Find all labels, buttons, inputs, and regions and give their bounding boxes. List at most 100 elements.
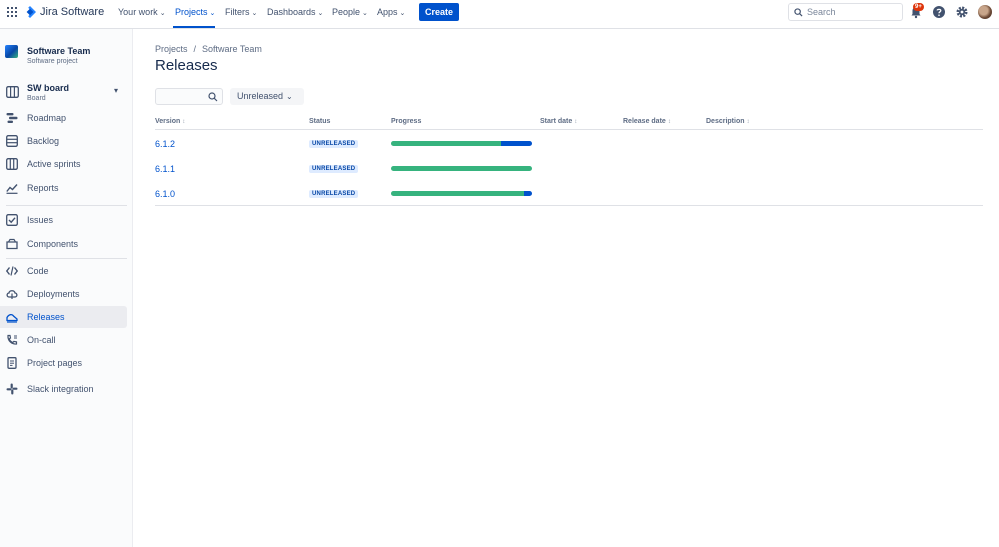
chevron-down-icon: ⌄ [317, 10, 324, 17]
page-title: Releases [155, 57, 218, 74]
version-link[interactable]: 6.1.0 [155, 189, 175, 199]
search-input[interactable] [807, 7, 897, 17]
active-nav-underline [173, 26, 215, 28]
board-icon [6, 86, 19, 98]
progress-done [391, 141, 501, 146]
sidebar-item-label: Roadmap [27, 113, 67, 123]
version-search-input[interactable] [155, 88, 223, 105]
slack-icon [6, 383, 18, 395]
sidebar-item-label: Backlog [27, 136, 60, 146]
nav-label: Projects [175, 7, 208, 17]
nav-apps[interactable]: Apps ⌄ [377, 7, 405, 17]
table-row: 6.1.1 UNRELEASED [155, 156, 983, 181]
version-link[interactable]: 6.1.2 [155, 139, 175, 149]
components-icon [6, 238, 18, 250]
sidebar-item-slack-integration[interactable]: Slack integration [0, 378, 127, 400]
column-release-date[interactable]: Release date ↕ [623, 118, 671, 125]
jira-logo[interactable]: Jira Software [24, 5, 104, 19]
releases-icon [6, 314, 18, 323]
sidebar-item-label: Components [27, 239, 79, 249]
chevron-down-icon: ⌄ [209, 10, 216, 17]
chevron-down-icon: ▾ [114, 86, 119, 95]
reports-icon [6, 184, 18, 194]
sidebar-item-roadmap[interactable]: Roadmap [0, 107, 127, 129]
progress-bar[interactable] [391, 191, 532, 196]
sidebar-item-label: Active sprints [27, 159, 81, 169]
app-switcher-icon[interactable] [7, 7, 17, 17]
sidebar-item-issues[interactable]: Issues [0, 209, 127, 231]
chevron-down-icon: ⌄ [286, 92, 293, 101]
app-name: Jira Software [40, 6, 105, 18]
nav-filters[interactable]: Filters ⌄ [225, 7, 257, 17]
nav-your-work[interactable]: Your work ⌄ [118, 7, 166, 17]
project-subtitle: Software project [27, 58, 78, 65]
sidebar-item-label: Slack integration [27, 384, 94, 394]
sidebar-item-components[interactable]: Components [0, 233, 127, 255]
breadcrumb-projects[interactable]: Projects [155, 44, 188, 54]
table-bottom-border [155, 205, 983, 206]
progress-bar[interactable] [391, 141, 532, 146]
search-box[interactable] [788, 3, 903, 21]
version-link[interactable]: 6.1.1 [155, 164, 175, 174]
backlog-icon [6, 135, 18, 147]
column-progress: Progress [391, 118, 421, 125]
project-header[interactable] [5, 45, 18, 58]
progress-in-progress [523, 191, 532, 196]
progress-done [391, 166, 532, 171]
column-label: Start date [540, 118, 573, 125]
sidebar-item-active-sprints[interactable]: Active sprints [0, 153, 127, 175]
column-start-date[interactable]: Start date ↕ [540, 118, 577, 125]
nav-dashboards[interactable]: Dashboards ⌄ [267, 7, 323, 17]
progress-bar[interactable] [391, 166, 532, 171]
status-badge: UNRELEASED [309, 190, 359, 198]
sidebar-item-label: Project pages [27, 358, 83, 368]
sidebar-item-label: Reports [27, 183, 59, 193]
settings-icon[interactable] [955, 5, 969, 19]
nav-label: Your work [118, 7, 158, 17]
sidebar-divider [6, 205, 127, 206]
chevron-down-icon: ⌄ [251, 10, 258, 17]
board-switcher[interactable]: SW board Board ▾ [0, 81, 133, 105]
jira-logo-icon [26, 6, 36, 18]
sidebar-item-backlog[interactable]: Backlog [0, 130, 127, 152]
deployments-icon [6, 290, 18, 299]
status-badge: UNRELEASED [309, 165, 359, 173]
column-label: Version [155, 118, 181, 125]
on-call-icon [7, 334, 18, 345]
breadcrumb-separator: / [193, 44, 197, 54]
breadcrumb-project[interactable]: Software Team [202, 44, 262, 54]
sidebar-item-label: Issues [27, 215, 54, 225]
project-avatar-icon [5, 45, 18, 58]
chevron-down-icon: ⌄ [362, 10, 368, 17]
help-icon[interactable] [932, 5, 946, 19]
status-badge: UNRELEASED [309, 140, 359, 148]
column-label: Status [309, 118, 331, 125]
board-subtitle: Board [27, 95, 46, 102]
avatar[interactable] [978, 5, 992, 19]
sidebar-item-on-call[interactable]: On-call [0, 329, 127, 351]
sidebar-item-code[interactable]: Code [0, 260, 127, 282]
release-status-filter[interactable]: Unreleased ⌄ [230, 88, 304, 105]
progress-in-progress [500, 141, 532, 146]
nav-label: Filters [225, 7, 250, 17]
sidebar-item-label: Code [27, 266, 49, 276]
roadmap-icon [6, 113, 18, 123]
sidebar-item-project-pages[interactable]: Project pages [0, 352, 127, 374]
nav-people[interactable]: People ⌄ [332, 7, 368, 17]
sidebar-item-deployments[interactable]: Deployments [0, 283, 127, 305]
column-status: Status [309, 118, 330, 125]
table-header: Version ↕ Status Progress Start date ↕ Rel… [155, 117, 983, 130]
sidebar-item-label: Deployments [27, 289, 80, 299]
sidebar-item-releases[interactable]: Releases [0, 306, 127, 328]
breadcrumb: Projects / Software Team [155, 44, 262, 54]
search-icon [794, 7, 803, 17]
nav-projects[interactable]: Projects ⌄ [175, 7, 215, 17]
sort-icon: ↕ [667, 119, 671, 125]
column-label: Progress [391, 118, 422, 125]
project-title: Software Team [27, 46, 91, 56]
column-version[interactable]: Version ↕ [155, 118, 185, 125]
issues-icon [6, 214, 18, 226]
sidebar-item-reports[interactable]: Reports [0, 177, 127, 199]
column-description[interactable]: Description ↕ [706, 118, 750, 125]
create-button[interactable]: Create [419, 3, 459, 21]
